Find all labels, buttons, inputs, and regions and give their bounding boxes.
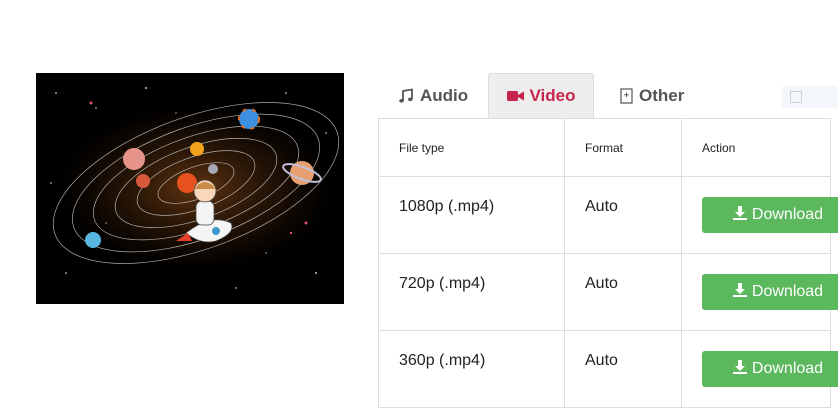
table-header-row: File type Format Action: [378, 118, 831, 177]
tab-other-label: Other: [639, 85, 685, 105]
table-row: 1080p (.mp4) Auto Download: [378, 176, 838, 254]
download-icon: [732, 282, 748, 302]
download-button-720p[interactable]: Download: [702, 274, 838, 310]
header-action: Action: [681, 118, 831, 177]
tab-audio-label: Audio: [420, 85, 469, 105]
video-camera-icon: [506, 90, 524, 102]
download-button-label: Download: [751, 283, 824, 300]
faded-overlay-element: [782, 86, 838, 108]
tab-video-label: Video: [529, 86, 576, 105]
download-button-1080p[interactable]: Download: [702, 197, 838, 233]
tab-other[interactable]: Other: [594, 73, 704, 118]
header-file-type: File type: [378, 118, 565, 177]
format-cell: Auto: [564, 330, 682, 408]
tab-video[interactable]: Video: [488, 73, 594, 118]
faded-square-icon: [790, 91, 802, 103]
download-icon: [732, 205, 748, 225]
music-icon: [398, 87, 414, 104]
action-cell: Download: [681, 176, 838, 254]
action-cell: Download: [681, 253, 838, 331]
download-button-360p[interactable]: Download: [702, 351, 838, 387]
tab-audio[interactable]: Audio: [380, 73, 488, 118]
format-cell: Auto: [564, 253, 682, 331]
file-type-cell: 720p (.mp4): [378, 253, 565, 331]
file-type-cell: 360p (.mp4): [378, 330, 565, 408]
file-type-cell: 1080p (.mp4): [378, 176, 565, 254]
format-tabs: Audio Video Other: [380, 73, 704, 118]
format-cell: Auto: [564, 176, 682, 254]
download-button-label: Download: [751, 360, 824, 377]
table-row: 360p (.mp4) Auto Download: [378, 330, 838, 408]
video-thumbnail: [36, 73, 344, 304]
download-button-label: Download: [751, 206, 824, 223]
header-format: Format: [564, 118, 682, 177]
file-icon: [620, 87, 633, 104]
download-icon: [732, 359, 748, 379]
action-cell: Download: [681, 330, 838, 408]
download-table: File type Format Action 1080p (.mp4) Aut…: [378, 118, 838, 408]
table-row: 720p (.mp4) Auto Download: [378, 253, 838, 331]
